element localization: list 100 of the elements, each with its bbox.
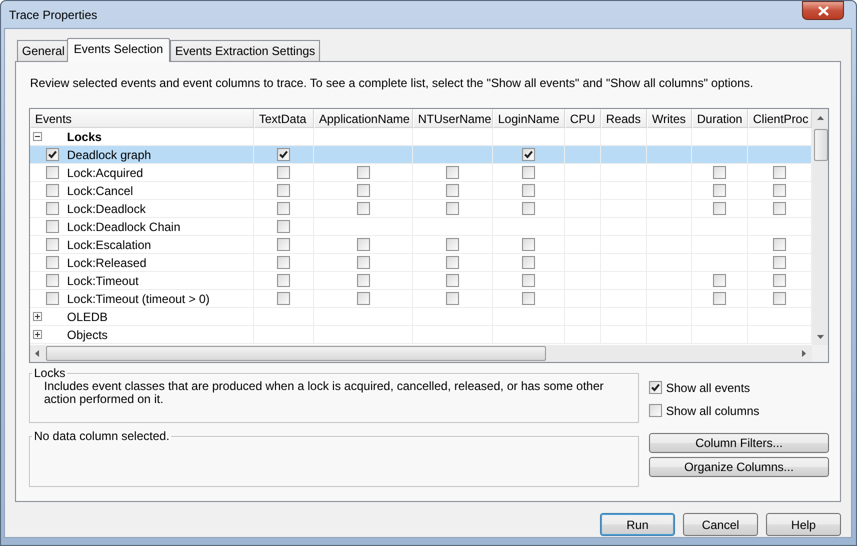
checkbox[interactable] [773, 184, 786, 197]
checkbox[interactable] [522, 148, 535, 161]
scroll-down-icon[interactable] [817, 335, 824, 339]
scrollbar-thumb[interactable] [814, 129, 828, 161]
checkbox[interactable] [522, 292, 535, 305]
event-row[interactable]: Deadlock graph [30, 146, 812, 164]
checkbox[interactable] [46, 292, 59, 305]
checkbox[interactable] [356, 256, 370, 269]
help-button[interactable]: Help [766, 513, 841, 536]
column-header[interactable]: TextData [254, 109, 314, 128]
expand-icon[interactable] [33, 312, 42, 321]
checkbox[interactable] [356, 238, 370, 251]
scroll-left-icon[interactable] [35, 350, 39, 357]
checkbox-label[interactable]: Show all columns [666, 404, 760, 418]
checkbox[interactable] [713, 166, 726, 179]
checkbox[interactable] [713, 202, 726, 215]
run-button[interactable]: Run [600, 513, 675, 536]
event-row[interactable]: Lock:Deadlock [30, 200, 812, 218]
tab[interactable]: Events Extraction Settings [170, 40, 320, 61]
checkbox-label[interactable]: Show all events [666, 380, 750, 394]
vertical-scrollbar[interactable] [812, 109, 828, 345]
checkbox[interactable] [773, 166, 786, 179]
checkbox[interactable] [356, 166, 370, 179]
checkbox[interactable] [277, 184, 290, 197]
event-row[interactable]: Lock:Timeout [30, 272, 812, 290]
column-header[interactable]: CPU [565, 109, 601, 128]
checkbox[interactable] [277, 220, 290, 233]
organize-columns-button[interactable]: Organize Columns... [649, 457, 829, 477]
column-header[interactable]: Reads [601, 109, 647, 128]
checkbox[interactable] [446, 238, 459, 251]
event-row[interactable]: Lock:Timeout (timeout > 0) [30, 290, 812, 308]
column-header[interactable]: ApplicationName [314, 109, 413, 128]
close-icon[interactable] [818, 6, 828, 16]
checkbox[interactable] [277, 256, 290, 269]
checkbox[interactable] [773, 292, 786, 305]
checkbox[interactable] [713, 274, 726, 287]
checkbox[interactable] [446, 184, 459, 197]
checkbox[interactable] [446, 256, 459, 269]
checkbox[interactable] [46, 220, 59, 233]
tab[interactable]: General [17, 40, 70, 61]
checkbox[interactable] [649, 381, 662, 394]
checkbox[interactable] [713, 184, 726, 197]
event-category[interactable]: Objects [67, 328, 108, 342]
event-row[interactable]: Lock:Released [30, 254, 812, 272]
checkbox[interactable] [649, 404, 662, 417]
checkbox[interactable] [356, 292, 370, 305]
checkbox[interactable] [446, 292, 459, 305]
column-header[interactable]: Duration [692, 109, 748, 128]
checkbox[interactable] [522, 202, 535, 215]
scroll-up-icon[interactable] [817, 116, 824, 120]
checkbox[interactable] [46, 256, 59, 269]
checkbox[interactable] [46, 202, 59, 215]
event-row[interactable]: Lock:Deadlock Chain [30, 218, 812, 236]
expand-icon[interactable] [33, 330, 42, 339]
event-row[interactable]: Lock:Cancel [30, 182, 812, 200]
checkbox[interactable] [773, 238, 786, 251]
scroll-right-icon[interactable] [802, 350, 806, 357]
scrollbar-thumb[interactable] [46, 346, 546, 361]
checkbox[interactable] [773, 274, 786, 287]
checkbox[interactable] [46, 148, 59, 161]
checkbox[interactable] [773, 202, 786, 215]
close-button[interactable] [802, 1, 844, 20]
column-header[interactable]: LoginName [493, 109, 565, 128]
checkbox[interactable] [277, 166, 290, 179]
checkbox[interactable] [446, 274, 459, 287]
checkbox[interactable] [46, 184, 59, 197]
checkbox[interactable] [446, 166, 459, 179]
collapse-icon[interactable] [33, 132, 42, 141]
checkbox[interactable] [522, 166, 535, 179]
column-header[interactable]: NTUserName [413, 109, 493, 128]
checkbox[interactable] [277, 274, 290, 287]
event-row[interactable]: Lock:Acquired [30, 164, 812, 182]
checkbox[interactable] [356, 184, 370, 197]
checkbox[interactable] [46, 238, 59, 251]
event-row[interactable]: Lock:Escalation [30, 236, 812, 254]
column-header[interactable]: Writes [647, 109, 692, 128]
checkbox[interactable] [356, 202, 370, 215]
checkbox[interactable] [46, 274, 59, 287]
checkbox[interactable] [446, 202, 459, 215]
description-text: Includes event classes that are produced when a lock is acquired, cancelled, released, or has some other action performed on it. [44, 380, 605, 406]
event-category[interactable]: OLEDB [67, 310, 108, 324]
event-category[interactable]: Locks [67, 130, 102, 144]
checkbox[interactable] [277, 202, 290, 215]
column-header[interactable]: ClientProc [748, 109, 812, 128]
checkbox[interactable] [522, 274, 535, 287]
checkbox[interactable] [522, 256, 535, 269]
checkbox[interactable] [277, 148, 290, 161]
checkbox[interactable] [277, 238, 290, 251]
checkbox[interactable] [522, 184, 535, 197]
horizontal-scrollbar[interactable] [30, 345, 812, 362]
checkbox[interactable] [46, 166, 59, 179]
column-filters-button[interactable]: Column Filters... [649, 433, 829, 453]
tab[interactable]: Events Selection [66, 38, 170, 62]
checkbox[interactable] [773, 256, 786, 269]
column-header[interactable]: Events [30, 109, 254, 128]
checkbox[interactable] [713, 292, 726, 305]
cancel-button[interactable]: Cancel [683, 513, 758, 536]
checkbox[interactable] [277, 292, 290, 305]
checkbox[interactable] [522, 238, 535, 251]
checkbox[interactable] [356, 274, 370, 287]
